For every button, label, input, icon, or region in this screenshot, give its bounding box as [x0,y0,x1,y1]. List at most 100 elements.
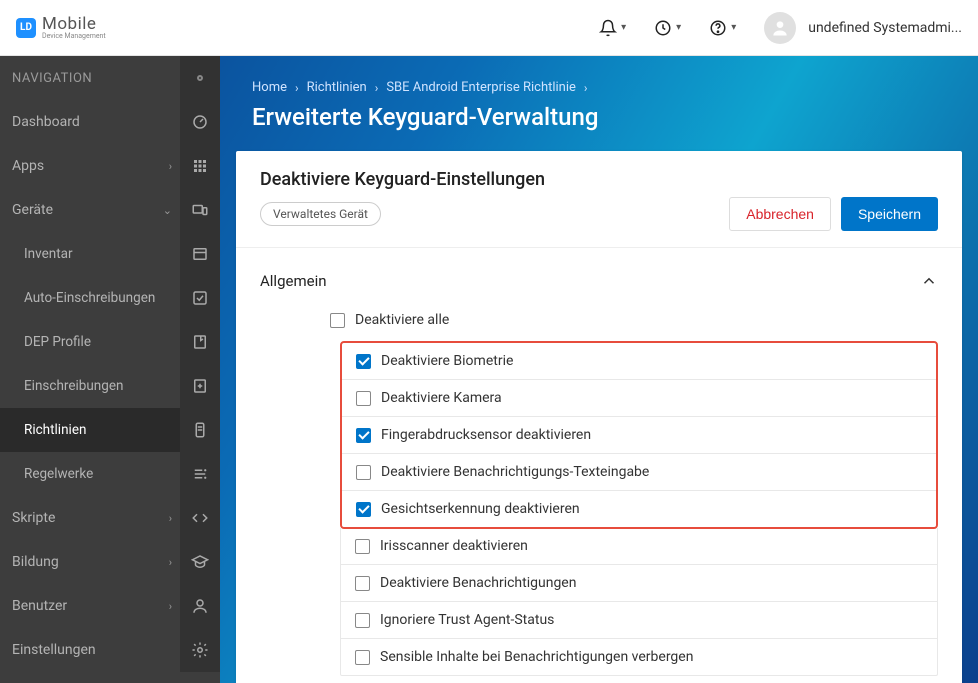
checkbox[interactable] [355,539,370,554]
breadcrumb-link[interactable]: Home [252,80,287,95]
checkbox-label: Gesichtserkennung deaktivieren [381,501,580,517]
checkbox-row[interactable]: Sensible Inhalte bei Benachrichtigungen … [341,639,937,675]
sidebar-item-label: Bildung [12,554,59,570]
user-menu[interactable]: undefined Systemadmi... [764,12,962,44]
page-title: Erweiterte Keyguard-Verwaltung [252,103,946,131]
bell-icon [599,19,617,37]
chevron-right-icon: › [295,81,299,95]
checkbox-row[interactable]: Gesichtserkennung deaktivieren [342,491,936,527]
checkbox-label: Deaktiviere Kamera [381,390,502,406]
brand-subtitle: Device Management [42,33,106,40]
auto-enroll-icon [180,276,220,320]
sidebar-item-label: Einstellungen [12,642,96,658]
chevron-down-icon: ▾ [676,22,681,33]
card-title: Deaktiviere Keyguard-Einstellungen [260,169,729,190]
sidebar-item-label: Regelwerke [24,466,93,482]
sidebar-item-label: Richtlinien [24,422,86,438]
collapse-icon[interactable] [197,75,203,81]
chevron-right-icon: › [169,600,172,613]
device-scope-pill: Verwaltetes Gerät [260,202,381,226]
checkbox-row[interactable]: Ignoriere Trust Agent-Status [341,602,937,639]
education-icon [180,540,220,584]
user-name: undefined Systemadmi... [808,20,962,36]
sidebar-item-label: Dashboard [12,114,80,130]
history-icon [654,19,672,37]
sidebar-item-bildung[interactable]: Bildung › [0,540,220,584]
chevron-right-icon: › [169,160,172,173]
checkbox[interactable] [356,391,371,406]
chevron-right-icon: › [584,81,588,95]
brand-badge: LD [16,18,36,38]
sidebar-item-einstellungen[interactable]: Einstellungen [0,628,220,672]
sidebar-item-auto-einschreibungen[interactable]: Auto-Einschreibungen [0,276,220,320]
checkbox-row-master[interactable]: Deaktiviere alle [316,306,938,342]
cancel-button[interactable]: Abbrechen [729,197,831,231]
checkbox-label: Deaktiviere alle [355,312,449,328]
sidebar-item-richtlinien[interactable]: Richtlinien [0,408,220,452]
checkbox[interactable] [356,502,371,517]
help-icon [709,19,727,37]
sidebar-item-skripte[interactable]: Skripte› [0,496,220,540]
dashboard-icon [180,100,220,144]
help-menu[interactable]: ▾ [709,19,736,37]
sidebar-item-dashboard[interactable]: Dashboard [0,100,220,144]
sidebar-item-benutzer[interactable]: Benutzer› [0,584,220,628]
sidebar-item-inventar[interactable]: Inventar [0,232,220,276]
checkbox[interactable] [330,313,345,328]
user-icon [180,584,220,628]
breadcrumb-link[interactable]: Richtlinien [307,80,367,95]
checkbox-row[interactable]: Fingerabdrucksensor deaktivieren [342,417,936,454]
brand[interactable]: LD Mobile Device Management [16,16,106,40]
chevron-down-icon: ▾ [621,22,626,33]
sidebar: NAVIGATION Dashboard Apps › Geräte ⌄ Inventar… [0,56,220,683]
sidebar-item-label: Apps [12,158,44,174]
sidebar-item-label: Skripte [12,510,55,526]
main: Home › Richtlinien › SBE Android Enterprise … [220,56,978,683]
checkbox-row[interactable]: Irisscanner deaktivieren [341,528,937,565]
checkbox[interactable] [356,465,371,480]
nav-heading: NAVIGATION [0,56,220,100]
sidebar-item-label: Inventar [24,246,73,262]
checkbox-row[interactable]: Deaktiviere Benachrichtigungen [341,565,937,602]
sidebar-item-regelwerke[interactable]: Regelwerke [0,452,220,496]
chevron-right-icon: › [169,556,172,569]
checkbox[interactable] [355,576,370,591]
sidebar-item-label: Geräte [12,202,53,218]
checkbox-label: Ignoriere Trust Agent-Status [380,612,554,628]
rules-icon [180,452,220,496]
checkbox[interactable] [355,613,370,628]
sidebar-item-apps[interactable]: Apps › [0,144,220,188]
checkbox-label: Deaktiviere Benachrichtigungs-Texteingab… [381,464,649,480]
checkbox-row[interactable]: Deaktiviere Biometrie [342,343,936,380]
settings-card: Deaktiviere Keyguard-Einstellungen Verwa… [236,151,962,683]
sidebar-item-dep-profile[interactable]: DEP Profile [0,320,220,364]
chevron-up-icon [920,272,938,290]
sidebar-item-einschreibungen[interactable]: Einschreibungen [0,364,220,408]
brand-title: Mobile [42,16,106,33]
chevron-down-icon: ▾ [731,22,736,33]
section-title: Allgemein [260,272,327,290]
checkbox[interactable] [356,428,371,443]
chevron-down-icon: ⌄ [163,204,172,217]
recent-menu[interactable]: ▾ [654,19,681,37]
checkbox-label: Deaktiviere Biometrie [381,353,513,369]
checkbox-label: Deaktiviere Benachrichtigungen [380,575,576,591]
devices-icon [180,188,220,232]
sidebar-item-label: Einschreibungen [24,378,123,394]
checkbox-label: Irisscanner deaktivieren [380,538,528,554]
checkbox[interactable] [356,354,371,369]
save-button[interactable]: Speichern [841,197,938,231]
breadcrumb-link[interactable]: SBE Android Enterprise Richtlinie [386,80,576,95]
sidebar-item-label: DEP Profile [24,334,91,350]
checkbox-label: Fingerabdrucksensor deaktivieren [381,427,591,443]
topbar: LD Mobile Device Management ▾ ▾ ▾ [0,0,978,56]
checkbox-row[interactable]: Deaktiviere Kamera [342,380,936,417]
checkbox[interactable] [355,650,370,665]
notifications-menu[interactable]: ▾ [599,19,626,37]
checkbox-row[interactable]: Deaktiviere Benachrichtigungs-Texteingab… [342,454,936,491]
inventory-icon [180,232,220,276]
sidebar-item-geräte[interactable]: Geräte ⌄ [0,188,220,232]
avatar [764,12,796,44]
section-header-general[interactable]: Allgemein [236,247,962,306]
dep-icon [180,320,220,364]
